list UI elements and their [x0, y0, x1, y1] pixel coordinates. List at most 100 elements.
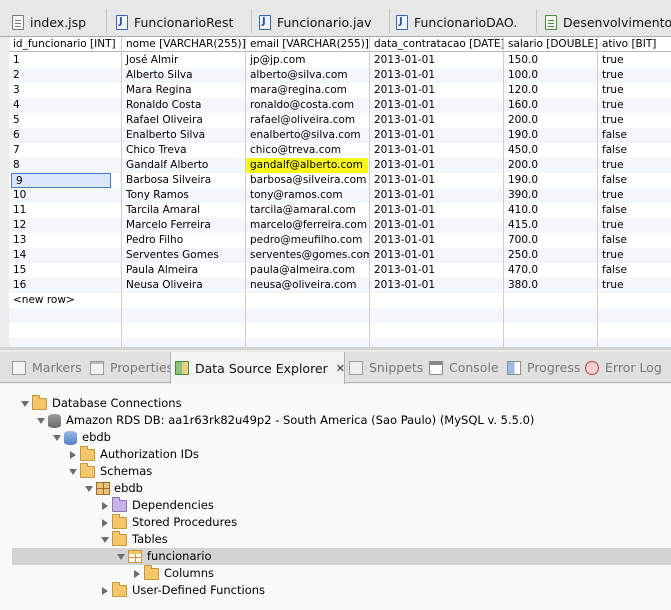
table-cell[interactable]: Marcelo Ferreira	[122, 218, 246, 233]
table-cell[interactable]: enalberto@silva.com	[246, 128, 370, 143]
expanded-arrow-icon[interactable]	[84, 484, 94, 494]
table-cell[interactable]: 415.0	[504, 218, 598, 233]
collapsed-arrow-icon[interactable]	[100, 501, 110, 511]
tree-node-ebdb[interactable]: ebdb	[12, 480, 671, 497]
tree-node-ebdb[interactable]: ebdb	[12, 429, 671, 446]
editor-tab-desenvolvimento[interactable]: Desenvolvimento	[545, 7, 671, 37]
editor-tab-funcionariorest[interactable]: FuncionarioRest	[116, 7, 251, 37]
table-cell[interactable]: ronaldo@costa.com	[246, 98, 370, 113]
column-header[interactable]: email [VARCHAR(255)]	[246, 37, 370, 52]
table-cell[interactable]: 3	[9, 83, 122, 98]
new-row[interactable]: <new row>	[9, 293, 671, 308]
column-header[interactable]: nome [VARCHAR(255)]	[122, 37, 246, 52]
view-tab-snippets[interactable]: Snippets	[345, 352, 425, 383]
view-tab-console[interactable]: Console	[425, 352, 503, 383]
table-cell[interactable]: true	[598, 218, 671, 233]
table-cell[interactable]: false	[598, 143, 671, 158]
table-cell[interactable]: Tarcila Amaral	[122, 203, 246, 218]
table-cell[interactable]: 2013-01-01	[370, 143, 504, 158]
table-cell[interactable]: 4	[9, 98, 122, 113]
table-cell[interactable]: José Almir	[122, 53, 246, 68]
tree-node-user-defined-functions[interactable]: User-Defined Functions	[12, 581, 671, 599]
table-cell[interactable]: rafael@oliveira.com	[246, 113, 370, 128]
table-cell[interactable]: 100.0	[504, 68, 598, 83]
tree-node-database-connections[interactable]: Database Connections	[12, 394, 671, 412]
table-cell[interactable]: Tony Ramos	[122, 188, 246, 203]
table-cell[interactable]: true	[598, 113, 671, 128]
table-cell[interactable]: 10	[9, 188, 122, 203]
table-cell[interactable]: pedro@meufilho.com	[246, 233, 370, 248]
table-cell[interactable]: true	[598, 98, 671, 113]
column-header[interactable]: data_contratacao [DATE]	[370, 37, 504, 52]
table-cell[interactable]: 200.0	[504, 158, 598, 173]
table-cell[interactable]: 2013-01-01	[370, 218, 504, 233]
table-row[interactable]: 14 Serventes Gomes serventes@gomes.com 2013…	[9, 248, 671, 263]
table-row[interactable]: 12 Marcelo Ferreira marcelo@ferreira.com 20…	[9, 218, 671, 233]
table-cell[interactable]: 6	[9, 128, 122, 143]
table-cell[interactable]: 2013-01-01	[370, 128, 504, 143]
table-cell[interactable]: 2	[9, 68, 122, 83]
table-cell[interactable]: 470.0	[504, 263, 598, 278]
editor-tab-funcionariodao[interactable]: FuncionarioDAO.	[396, 7, 536, 37]
table-cell[interactable]: 14	[9, 248, 122, 263]
tree-node-schemas[interactable]: Schemas	[12, 462, 671, 480]
table-cell[interactable]: alberto@silva.com	[246, 68, 370, 83]
table-cell[interactable]: true	[598, 53, 671, 68]
table-row[interactable]: 5 Rafael Oliveira rafael@oliveira.com 2013-…	[9, 113, 671, 128]
table-cell[interactable]: true	[598, 248, 671, 263]
tree-node-funcionario[interactable]: funcionario	[12, 548, 671, 565]
view-tab-error-log[interactable]: Error Log	[581, 352, 671, 383]
table-cell[interactable]: false	[598, 233, 671, 248]
expanded-arrow-icon[interactable]	[20, 399, 30, 409]
table-cell[interactable]: 2013-01-01	[370, 53, 504, 68]
table-cell[interactable]: Serventes Gomes	[122, 248, 246, 263]
table-cell[interactable]: Enalberto Silva	[122, 128, 246, 143]
table-cell[interactable]: 200.0	[504, 113, 598, 128]
view-tab-progress[interactable]: Progress	[503, 352, 581, 383]
new-row-label[interactable]: <new row>	[9, 293, 122, 308]
table-row[interactable]: 8 Gandalf Alberto gandalf@alberto.com 2013-…	[9, 158, 671, 173]
table-cell[interactable]: true	[598, 68, 671, 83]
table-cell[interactable]: Pedro Filho	[122, 233, 246, 248]
table-cell[interactable]: 390.0	[504, 188, 598, 203]
table-cell[interactable]: 700.0	[504, 233, 598, 248]
table-cell[interactable]: 7	[9, 143, 122, 158]
table-cell[interactable]: Mara Regina	[122, 83, 246, 98]
tree-node-columns[interactable]: Columns	[12, 564, 671, 582]
expanded-arrow-icon[interactable]	[68, 467, 78, 477]
data-source-explorer-tree[interactable]: Database Connections Amazon RDS DB: aa1r6…	[0, 384, 671, 610]
table-cell[interactable]: Paula Almeira	[122, 263, 246, 278]
table-row[interactable]: 6 Enalberto Silva enalberto@silva.com 2013-…	[9, 128, 671, 143]
tree-node-tables[interactable]: Tables	[12, 530, 671, 548]
table-cell[interactable]: 1	[9, 53, 122, 68]
table-cell[interactable]: 2013-01-01	[370, 113, 504, 128]
table-row[interactable]: 10 Tony Ramos tony@ramos.com 2013-01-01 390.…	[9, 188, 671, 203]
tree-node-amazon-rds-db-aa1r63rk82u49p2-south-amer[interactable]: Amazon RDS DB: aa1r63rk82u49p2 - South A…	[12, 412, 671, 429]
table-cell[interactable]: 11	[9, 203, 122, 218]
table-row[interactable]: 3 Mara Regina mara@regina.com 2013-01-01 120…	[9, 83, 671, 98]
table-cell[interactable]: Barbosa Silveira	[122, 173, 246, 188]
table-cell[interactable]: 2013-01-01	[370, 248, 504, 263]
tree-node-authorization-ids[interactable]: Authorization IDs	[12, 445, 671, 463]
table-cell[interactable]: 2013-01-01	[370, 173, 504, 188]
table-cell[interactable]: true	[598, 83, 671, 98]
table-row[interactable]: 13 Pedro Filho pedro@meufilho.com 2013-01-0…	[9, 233, 671, 248]
table-cell[interactable]: mara@regina.com	[246, 83, 370, 98]
tree-node-stored-procedures[interactable]: Stored Procedures	[12, 513, 671, 531]
table-cell[interactable]: gandalf@alberto.com	[246, 158, 368, 173]
table-cell[interactable]: true	[598, 188, 671, 203]
view-tab-properties[interactable]: Properties	[86, 352, 173, 383]
column-header[interactable]: ativo [BIT]	[598, 37, 671, 52]
table-row[interactable]: 15 Paula Almeira paula@almeira.com 2013-01-…	[9, 263, 671, 278]
table-cell[interactable]: 2013-01-01	[370, 263, 504, 278]
table-cell[interactable]: 2013-01-01	[370, 68, 504, 83]
column-header[interactable]: salario [DOUBLE]	[504, 37, 598, 52]
table-cell[interactable]: jp@jp.com	[246, 53, 370, 68]
expanded-arrow-icon[interactable]	[52, 433, 62, 443]
view-tab-data-source-explorer[interactable]: Data Source Explorer ✕	[170, 352, 345, 384]
table-cell[interactable]: 190.0	[504, 128, 598, 143]
table-cell[interactable]: marcelo@ferreira.com	[246, 218, 370, 233]
table-cell[interactable]: 450.0	[504, 143, 598, 158]
table-cell[interactable]: false	[598, 203, 671, 218]
column-header[interactable]: id_funcionario [INT]	[9, 37, 122, 52]
